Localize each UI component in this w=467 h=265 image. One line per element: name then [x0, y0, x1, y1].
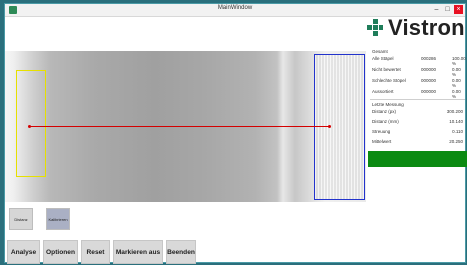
stats-row: Alle Stäpel 000286 100.00 %: [372, 56, 466, 66]
measure-value: 0.110: [452, 129, 463, 134]
stats-label: Schlechte Stöpel: [372, 78, 406, 83]
optionen-button[interactable]: Optionen: [43, 240, 78, 264]
markieren-aus-button[interactable]: Markieren aus: [113, 240, 163, 264]
stats-row: Aussortiert 000000 0.00 %: [372, 89, 465, 99]
measure-header: Letzte Messung: [372, 102, 404, 107]
stats-percent: 0.00 %: [452, 89, 461, 99]
maximize-button[interactable]: □: [443, 5, 452, 14]
analyse-button[interactable]: Analyse: [7, 240, 40, 264]
vistron-logo-icon: [367, 19, 383, 36]
minimize-button[interactable]: –: [432, 5, 441, 14]
close-button[interactable]: ×: [454, 5, 463, 14]
stats-label: Nicht bewertet: [372, 67, 401, 72]
camera-view[interactable]: [5, 51, 366, 202]
measure-label: Streuung: [372, 129, 391, 134]
stats-label: Aussortiert: [372, 89, 394, 94]
stats-count: 000000: [421, 78, 437, 83]
stats-header: Gesamt: [372, 49, 388, 54]
measure-value: 300.200: [446, 109, 463, 114]
measure-label: Mittelwert: [372, 139, 392, 144]
measurement-start-point[interactable]: [28, 125, 31, 128]
stats-percent: 0.00 %: [452, 67, 461, 77]
status-indicator: [368, 151, 467, 167]
stats-count: 000286: [421, 56, 437, 61]
measure-label: Distanz (mm): [372, 119, 399, 124]
distance-mode-button[interactable]: Distanz: [9, 208, 33, 230]
statistics-panel: Gesamt Alle Stäpel 000286 100.00 % Nicht…: [368, 46, 467, 196]
stats-count: 000000: [421, 89, 437, 94]
measure-value: 10.140: [449, 119, 463, 124]
left-roi-box[interactable]: [16, 70, 46, 177]
stats-percent: 100.00 %: [452, 56, 466, 66]
logo-text: Vistron: [388, 15, 465, 40]
stats-row: Nicht bewertet 000000 0.00 %: [372, 67, 465, 77]
reset-button[interactable]: Reset: [81, 240, 110, 264]
main-window: MainWindow – □ × Vistron Gesamt Alle Stä…: [4, 3, 467, 264]
measure-value: 20.250: [449, 139, 463, 144]
measurement-end-point[interactable]: [328, 125, 331, 128]
stats-label: Alle Stäpel: [372, 56, 394, 61]
stats-divider: [370, 99, 465, 100]
measurement-line: [29, 126, 330, 127]
right-roi-box[interactable]: [314, 54, 365, 200]
window-title: MainWindow: [217, 5, 253, 11]
calibrate-mode-button[interactable]: Kalibrieren: [46, 208, 70, 230]
beenden-button[interactable]: Beenden: [166, 240, 196, 264]
stats-row: Schlechte Stöpel 000000 0.00 %: [372, 78, 465, 88]
vistron-logo: Vistron: [365, 14, 465, 42]
stats-percent: 0.00 %: [452, 78, 461, 88]
measure-label: Distanz (px): [372, 109, 397, 114]
stats-count: 000000: [421, 67, 437, 72]
